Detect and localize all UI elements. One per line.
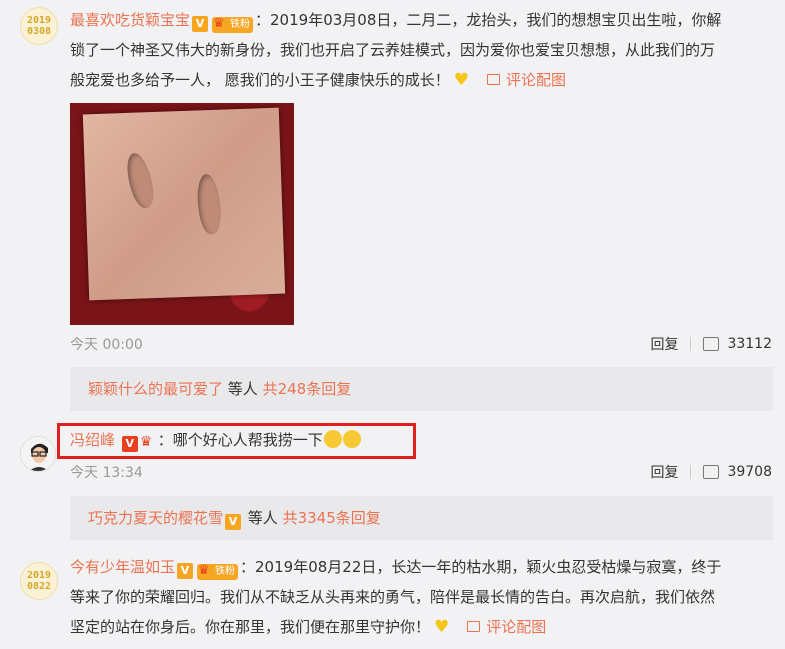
comment-time: 今天 13:34 bbox=[70, 465, 143, 481]
avatar[interactable]: 2019 0822 bbox=[20, 562, 58, 600]
reply-username[interactable]: 巧克力夏天的樱花雪 bbox=[88, 509, 223, 527]
heart-icon: ♥ bbox=[453, 70, 470, 90]
thumbs-up-icon bbox=[703, 465, 720, 479]
crown-icon: ♛ bbox=[213, 16, 225, 31]
comment-actions: 回复 39708 bbox=[650, 462, 772, 482]
like-button[interactable]: 39708 bbox=[703, 464, 772, 480]
footprint-right bbox=[194, 173, 224, 236]
like-count: 39708 bbox=[727, 464, 772, 480]
verified-icon: V bbox=[192, 16, 209, 32]
view-replies-link[interactable]: 共248条回复 bbox=[263, 380, 352, 398]
image-icon bbox=[467, 621, 481, 632]
verified-icon: V bbox=[177, 563, 194, 579]
reply-button[interactable]: 回复 bbox=[650, 334, 678, 354]
username-link[interactable]: 今有少年温如玉 bbox=[70, 558, 175, 576]
replies-summary[interactable]: 巧克力夏天的樱花雪 V 等人 共3345条回复 bbox=[70, 496, 773, 540]
comment-actions: 回复 33112 bbox=[650, 334, 772, 354]
comment-text: 今有少年温如玉 V ♛ 铁粉 ：2019年08月22日，长达一年的枯水期，颖火虫忍受枯燥… bbox=[70, 558, 722, 637]
like-button[interactable]: 33112 bbox=[703, 336, 772, 352]
comment-image[interactable] bbox=[70, 103, 294, 325]
footprint-tile bbox=[82, 107, 286, 301]
fan-badge: ♛ 铁粉 bbox=[212, 16, 254, 33]
footprint-left bbox=[122, 150, 158, 211]
avatar[interactable] bbox=[20, 436, 56, 472]
highlight-box bbox=[57, 423, 416, 459]
reply-button[interactable]: 回复 bbox=[650, 462, 678, 482]
reply-username[interactable]: 颖颖什么的最可爱了 bbox=[88, 380, 223, 398]
heart-icon: ♥ bbox=[434, 617, 450, 637]
replies-summary[interactable]: 颖颖什么的最可爱了 等人 共248条回复 bbox=[70, 367, 773, 411]
divider bbox=[690, 337, 692, 351]
avatar[interactable]: 2019 0308 bbox=[20, 7, 58, 45]
comment-image-link[interactable]: 评论配图 bbox=[467, 618, 546, 636]
image-icon bbox=[487, 74, 501, 85]
person-avatar-icon bbox=[21, 437, 55, 471]
comment-text: 最喜欢吃货颖宝宝 V ♛ 铁粉 ：2019年03月08日，二月二，龙抬头，我们的想想宝贝… bbox=[70, 11, 722, 90]
fan-badge: ♛ 铁粉 bbox=[197, 563, 239, 580]
thumbs-up-icon bbox=[703, 337, 720, 351]
comment-time: 今天 00:00 bbox=[70, 337, 143, 353]
verified-icon: V bbox=[225, 514, 242, 530]
username-link[interactable]: 最喜欢吃货颖宝宝 bbox=[70, 11, 190, 29]
divider bbox=[690, 465, 692, 479]
crown-icon: ♛ bbox=[198, 563, 210, 578]
comment-image-link[interactable]: 评论配图 bbox=[487, 71, 566, 89]
like-count: 33112 bbox=[727, 336, 772, 352]
view-replies-link[interactable]: 共3345条回复 bbox=[283, 509, 381, 527]
